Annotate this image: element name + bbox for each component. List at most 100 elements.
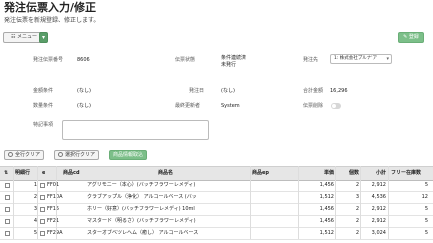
slip-status-value: 条件連続済未発行 [221,55,247,68]
register-button-label: 登録 [408,34,419,40]
row-e-checkbox[interactable] [40,195,45,200]
slip-no-label: 発注伝票番号 [33,57,64,63]
cell-name[interactable]: スターオブベツレヘム（癒し） アルコールベース [87,227,249,239]
row-e-checkbox[interactable] [40,219,45,224]
cell-code[interactable]: FF01 [47,179,87,191]
cell-name[interactable]: マスタード（明るさ）(バッチフラワーレメディ) [87,215,249,227]
page-subtitle: 発注伝票を新規登録、修正します。 [4,17,100,24]
cell-code[interactable]: FF29A [47,227,87,239]
cell-stock[interactable]: 12 [392,191,428,203]
cell-line[interactable]: 1 [29,179,37,191]
order-date-label: 発注日 [189,88,205,94]
cell-qty[interactable]: 2 [337,215,359,227]
edit-icon: ✎ [403,34,408,40]
clear-icon [58,152,63,157]
header-subtotal: 小計 [375,170,386,176]
column-divider [298,166,299,239]
header-name-ep: 商品ep [252,170,269,176]
cell-line[interactable]: 5 [29,227,37,239]
header-qty: 個数 [348,170,359,176]
row-e-checkbox[interactable] [40,183,45,188]
cell-code[interactable]: FF10A [47,191,87,203]
supplier-select[interactable]: 1: 株式会社プルナ'ア ▾ [330,54,392,64]
row-checkbox[interactable] [5,219,10,224]
cell-stock[interactable]: 5 [392,215,428,227]
header-name: 商品名 [158,170,174,176]
total-label: 合計金額 [303,88,324,94]
column-divider [388,166,389,239]
cell-price[interactable]: 1,456 [300,203,334,215]
header-stock: フリー在庫数 [391,170,422,176]
clear-all-button[interactable]: 全行クリア [4,150,45,160]
cell-price[interactable]: 1,512 [300,227,334,239]
sort-icon[interactable]: ⇅ [4,167,8,179]
qty-condition-value: (なし) [77,103,91,109]
cell-subtotal[interactable]: 3,024 [362,227,386,239]
product-batch-button[interactable]: 商品情報取込 [109,150,148,160]
column-divider [13,166,14,239]
menu-button-label: メニュー [17,34,38,40]
row-checkbox[interactable] [5,231,10,236]
cell-stock[interactable]: 5 [392,203,428,215]
row-e-checkbox[interactable] [40,207,45,212]
cell-price[interactable]: 1,512 [300,191,334,203]
menu-list-icon: ☷ [10,34,16,40]
slip-no-value: 8606 [77,57,90,63]
column-divider [335,166,336,239]
qty-condition-label: 数量条件 [33,103,54,109]
product-batch-label: 商品情報取込 [113,152,144,158]
clear-selected-button[interactable]: 選択行クリア [54,150,100,160]
cell-qty[interactable]: 2 [337,179,359,191]
last-updated-by-value: System [221,103,240,109]
cell-price[interactable]: 1,456 [300,215,334,227]
memo-label: 特記事項 [33,122,54,128]
chevron-down-icon: ▾ [386,56,389,62]
last-updated-by-label: 最終更新者 [175,103,201,109]
slip-delete-toggle[interactable] [331,103,341,109]
cell-line[interactable]: 2 [29,191,37,203]
cell-qty[interactable]: 2 [337,227,359,239]
row-checkbox[interactable] [5,183,10,188]
amount-condition-value: (なし) [77,88,91,94]
cell-line[interactable]: 3 [29,203,37,215]
cell-subtotal[interactable]: 2,912 [362,215,386,227]
cell-subtotal[interactable]: 2,912 [362,203,386,215]
cell-code[interactable]: FF21 [47,215,87,227]
row-checkbox[interactable] [5,195,10,200]
column-divider [360,166,361,239]
cell-stock[interactable]: 5 [392,179,428,191]
cell-stock[interactable]: 5 [392,227,428,239]
cell-code[interactable]: FF15 [47,203,87,215]
header-e: e [42,170,46,176]
header-code: 商品cd [63,170,80,176]
slip-status-label: 伝票状態 [175,57,196,63]
page-title: 発注伝票入力/修正 [4,1,97,14]
cell-price[interactable]: 1,456 [300,179,334,191]
column-divider [37,166,38,239]
cell-subtotal[interactable]: 4,536 [362,191,386,203]
clear-selected-label: 選択行クリア [65,152,96,158]
total-value: 16,296 [330,88,348,94]
cell-qty[interactable]: 2 [337,203,359,215]
column-divider [56,166,57,239]
column-divider [250,166,251,239]
row-checkbox[interactable] [5,207,10,212]
cell-qty[interactable]: 3 [337,191,359,203]
table-row[interactable]: 5 FF29A スターオブベツレヘム（癒し） アルコールベース 1,512 2 3,024… [0,227,433,240]
clear-all-label: 全行クリア [15,152,41,158]
clear-icon [8,152,13,157]
menu-dropdown-toggle[interactable]: ▾ [39,32,48,43]
row-e-checkbox[interactable] [40,231,45,236]
header-price: 単価 [323,170,334,176]
cell-subtotal[interactable]: 2,912 [362,179,386,191]
header-line: 明細行 [15,170,31,176]
cell-name[interactable]: ホリー（好意）(バッチフラワーレメディ) 10ml [87,203,249,215]
cell-name[interactable]: アグリモニー（本心）(バッチフラワーレメディ) [87,179,249,191]
cell-line[interactable]: 4 [29,215,37,227]
cell-name[interactable]: クラブアップル（浄化） アルコールベース (バッ [87,191,249,203]
register-button[interactable]: ✎ 登録 [398,32,424,43]
slip-delete-label: 伝票削除 [303,103,324,109]
chevron-down-icon: ▾ [41,34,45,41]
memo-textarea[interactable] [62,120,209,140]
order-date-value: (なし) [221,88,235,94]
